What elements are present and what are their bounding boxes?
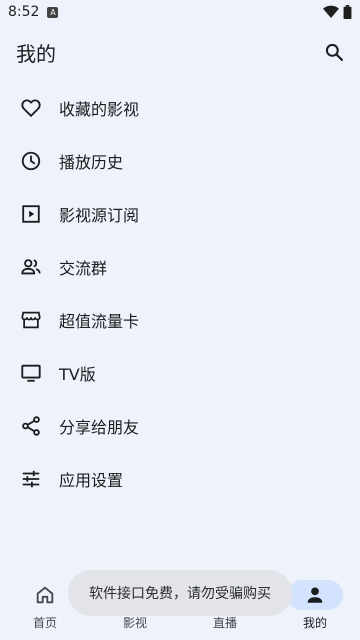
- nav-label: 直播: [212, 616, 237, 630]
- menu-item-community[interactable]: 交流群: [0, 240, 360, 293]
- search-button[interactable]: [314, 32, 354, 72]
- sliders-icon: [20, 468, 42, 490]
- search-icon: [325, 43, 343, 62]
- clock-icon: [20, 150, 42, 172]
- status-bar: 8:52 A: [0, 0, 360, 24]
- menu-item-label: 影视源订阅: [59, 205, 140, 225]
- heart-icon: [20, 97, 42, 119]
- store-icon: [20, 309, 42, 331]
- menu-item-label: 收藏的影视: [59, 99, 140, 119]
- menu-item-settings[interactable]: 应用设置: [0, 452, 360, 505]
- status-icons: [323, 5, 352, 19]
- menu-list: 收藏的影视 播放历史 影视源订阅 交流群 超值流量卡 TV版 分享给朋友 应用设…: [0, 81, 360, 505]
- people-icon: [20, 256, 42, 278]
- menu-item-label: TV版: [59, 364, 96, 384]
- status-time: 8:52: [8, 4, 40, 20]
- menu-item-history[interactable]: 播放历史: [0, 134, 360, 187]
- menu-item-share[interactable]: 分享给朋友: [0, 399, 360, 452]
- play-box-icon: [20, 203, 42, 225]
- notification-icon: A: [47, 6, 59, 18]
- menu-item-label: 超值流量卡: [59, 311, 140, 331]
- menu-item-tv-version[interactable]: TV版: [0, 346, 360, 399]
- menu-item-label: 应用设置: [59, 470, 124, 490]
- nav-label: 首页: [32, 616, 57, 630]
- toast-message: 软件接口免费，请勿受骗购买: [68, 570, 292, 616]
- tv-icon: [20, 362, 42, 384]
- nav-label: 我的: [302, 616, 327, 630]
- menu-item-label: 交流群: [59, 258, 108, 278]
- wifi-icon: [323, 5, 339, 19]
- menu-item-data-card[interactable]: 超值流量卡: [0, 293, 360, 346]
- person-icon: [287, 580, 343, 610]
- menu-item-source-subscription[interactable]: 影视源订阅: [0, 187, 360, 240]
- menu-item-favorites[interactable]: 收藏的影视: [0, 81, 360, 134]
- home-icon: [17, 580, 73, 610]
- page-title: 我的: [16, 41, 56, 66]
- menu-item-label: 播放历史: [59, 152, 124, 172]
- nav-label: 影视: [122, 616, 147, 630]
- menu-item-label: 分享给朋友: [59, 417, 140, 437]
- battery-icon: [343, 5, 352, 19]
- app-bar: 我的: [0, 28, 360, 76]
- share-icon: [20, 415, 42, 437]
